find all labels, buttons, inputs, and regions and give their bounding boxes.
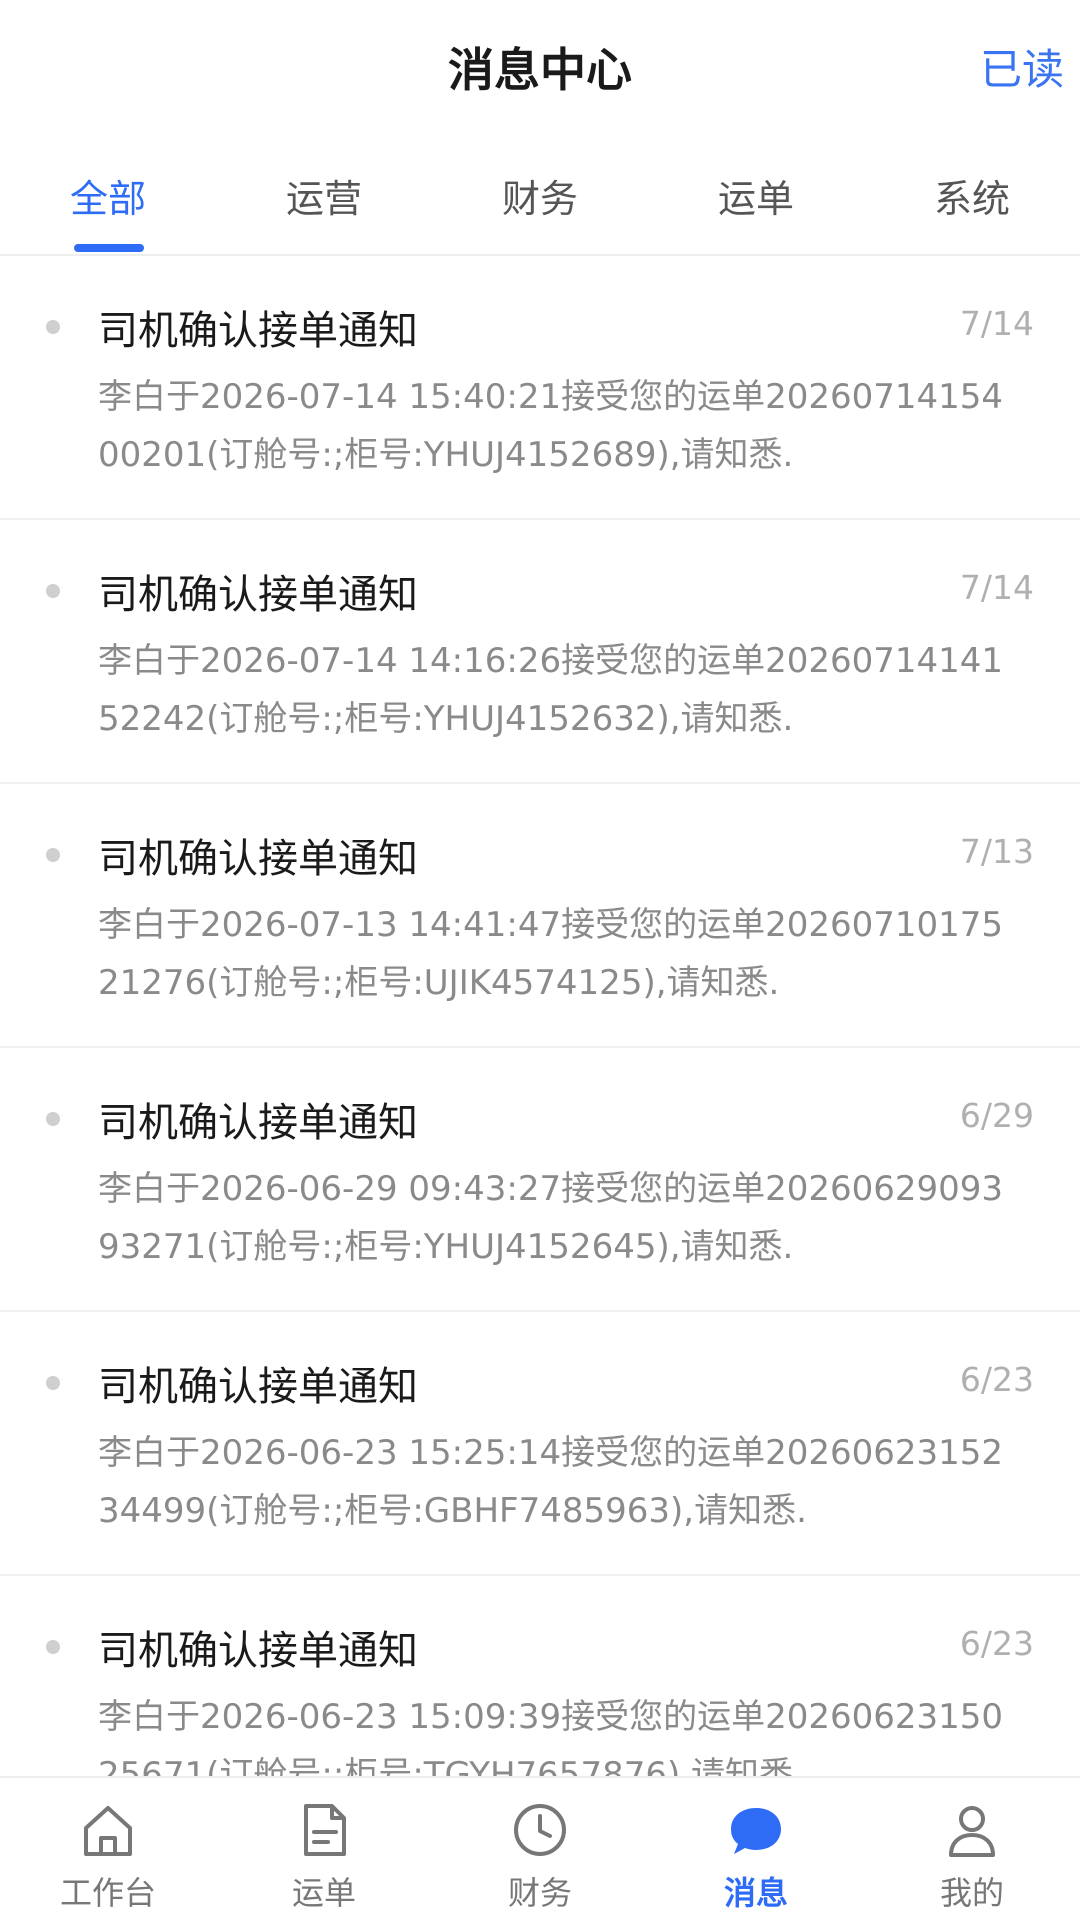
user-icon <box>949 1806 995 1857</box>
tab-system[interactable]: 系统 <box>864 168 1080 223</box>
mark-all-read-button[interactable]: 已读 <box>980 36 1064 97</box>
nav-label: 工作台 <box>59 1874 156 1912</box>
nav-label: 我的 <box>939 1874 1004 1912</box>
chat-bubble-icon <box>731 1808 781 1854</box>
message-title: 司机确认接单通知 <box>98 836 418 882</box>
message-date: 6/23 <box>959 1360 1034 1399</box>
tab-finance[interactable]: 财务 <box>432 168 648 223</box>
tab-all[interactable]: 全部 <box>0 168 216 223</box>
app-root: 消息中心 已读 全部 运营 财务 运单 系统 司机确认接单通知 7/14 李白于… <box>0 0 1080 1920</box>
message-item[interactable]: 司机确认接单通知 7/14 李白于2026-07-14 15:40:21接受您的… <box>0 256 1080 520</box>
message-date: 7/14 <box>959 568 1034 607</box>
message-title: 司机确认接单通知 <box>98 1364 418 1410</box>
message-body: 李白于2026-06-23 15:25:14接受您的运单202606231523… <box>98 1433 1004 1531</box>
message-title: 司机确认接单通知 <box>98 572 418 618</box>
header: 消息中心 已读 <box>0 0 1080 130</box>
nav-item-workbench[interactable]: 工作台 <box>0 1778 216 1920</box>
unread-dot <box>46 1112 60 1126</box>
message-date: 7/13 <box>959 832 1034 871</box>
nav-item-finance[interactable]: 财务 <box>432 1778 648 1920</box>
bottom-navigation: 工作台 运单 财务 消息 我的 <box>0 1776 1080 1920</box>
message-date: 6/29 <box>959 1096 1034 1135</box>
unread-dot <box>46 584 60 598</box>
message-title: 司机确认接单通知 <box>98 1100 418 1146</box>
message-item[interactable]: 司机确认接单通知 6/23 李白于2026-06-23 15:09:39接受您的… <box>0 1576 1080 1776</box>
home-icon <box>84 1806 132 1856</box>
unread-dot <box>46 1376 60 1390</box>
clock-icon <box>514 1804 566 1856</box>
message-body: 李白于2026-06-29 09:43:27接受您的运单202606290939… <box>98 1169 1004 1267</box>
message-title: 司机确认接单通知 <box>98 308 418 354</box>
message-item[interactable]: 司机确认接单通知 7/13 李白于2026-07-13 14:41:47接受您的… <box>0 784 1080 1048</box>
message-item[interactable]: 司机确认接单通知 6/29 李白于2026-06-29 09:43:27接受您的… <box>0 1048 1080 1312</box>
message-body: 李白于2026-07-14 14:16:26接受您的运单202607141415… <box>98 641 1004 739</box>
tab-operations[interactable]: 运营 <box>216 168 432 223</box>
message-body: 李白于2026-07-14 15:40:21接受您的运单202607141540… <box>98 377 1004 475</box>
document-icon <box>304 1804 346 1856</box>
nav-item-mine[interactable]: 我的 <box>864 1778 1080 1920</box>
page-title: 消息中心 <box>448 43 632 97</box>
active-tab-indicator <box>74 244 144 252</box>
message-item[interactable]: 司机确认接单通知 7/14 李白于2026-07-14 14:16:26接受您的… <box>0 520 1080 784</box>
nav-label: 消息 <box>723 1874 788 1912</box>
message-body: 李白于2026-07-13 14:41:47接受您的运单202607101752… <box>98 905 1004 1003</box>
unread-dot <box>46 320 60 334</box>
nav-item-messages[interactable]: 消息 <box>648 1778 864 1920</box>
nav-label: 财务 <box>507 1874 572 1912</box>
message-date: 6/23 <box>959 1624 1034 1663</box>
tab-bar: 全部 运营 财务 运单 系统 <box>0 150 1080 256</box>
nav-label: 运单 <box>291 1874 356 1912</box>
unread-dot <box>46 848 60 862</box>
tab-waybill[interactable]: 运单 <box>648 168 864 223</box>
message-list[interactable]: 司机确认接单通知 7/14 李白于2026-07-14 15:40:21接受您的… <box>0 256 1080 1776</box>
message-title: 司机确认接单通知 <box>98 1628 418 1674</box>
message-item[interactable]: 司机确认接单通知 6/23 李白于2026-06-23 15:25:14接受您的… <box>0 1312 1080 1576</box>
message-body: 李白于2026-06-23 15:09:39接受您的运单202606231502… <box>98 1697 1004 1776</box>
message-date: 7/14 <box>959 304 1034 343</box>
nav-item-waybill[interactable]: 运单 <box>216 1778 432 1920</box>
unread-dot <box>46 1640 60 1654</box>
